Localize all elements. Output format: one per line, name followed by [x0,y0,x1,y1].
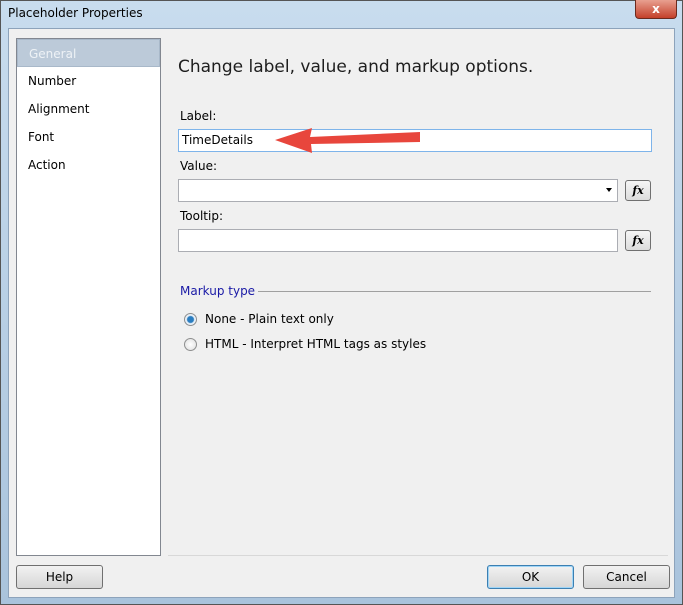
radio-none-label: None - Plain text only [205,312,334,326]
tooltip-expression-button[interactable]: fx [625,230,651,251]
tooltip-field-label: Tooltip: [180,209,224,223]
sidebar-item-general[interactable]: General [17,39,160,67]
radio-none[interactable]: None - Plain text only [184,312,334,326]
value-expression-button[interactable]: fx [625,180,651,201]
page-title: Change label, value, and markup options. [178,57,534,77]
group-divider [258,291,651,292]
tooltip-input[interactable] [178,229,618,252]
sidebar-item-alignment[interactable]: Alignment [17,95,160,123]
ok-button[interactable]: OK [487,565,574,589]
annotation-arrow-icon [275,128,420,153]
label-field-label: Label: [180,109,217,123]
radio-html-label: HTML - Interpret HTML tags as styles [205,337,427,351]
help-button[interactable]: Help [16,565,103,589]
close-button[interactable]: x [635,0,677,19]
value-field-label: Value: [180,159,217,173]
cancel-button[interactable]: Cancel [583,565,670,589]
window-title: Placeholder Properties [8,6,143,20]
radio-html[interactable]: HTML - Interpret HTML tags as styles [184,337,426,351]
radio-unchecked-icon[interactable] [184,337,197,351]
sidebar-item-font[interactable]: Font [17,123,160,151]
markup-type-group-label: Markup type [180,284,256,298]
sidebar-item-action[interactable]: Action [17,151,160,179]
value-combobox[interactable] [178,179,618,202]
radio-checked-icon[interactable] [184,312,197,326]
sidebar: General Number Alignment Font Action [16,38,161,556]
sidebar-item-number[interactable]: Number [17,67,160,95]
chevron-down-icon[interactable] [606,188,612,192]
footer-divider [168,555,668,556]
